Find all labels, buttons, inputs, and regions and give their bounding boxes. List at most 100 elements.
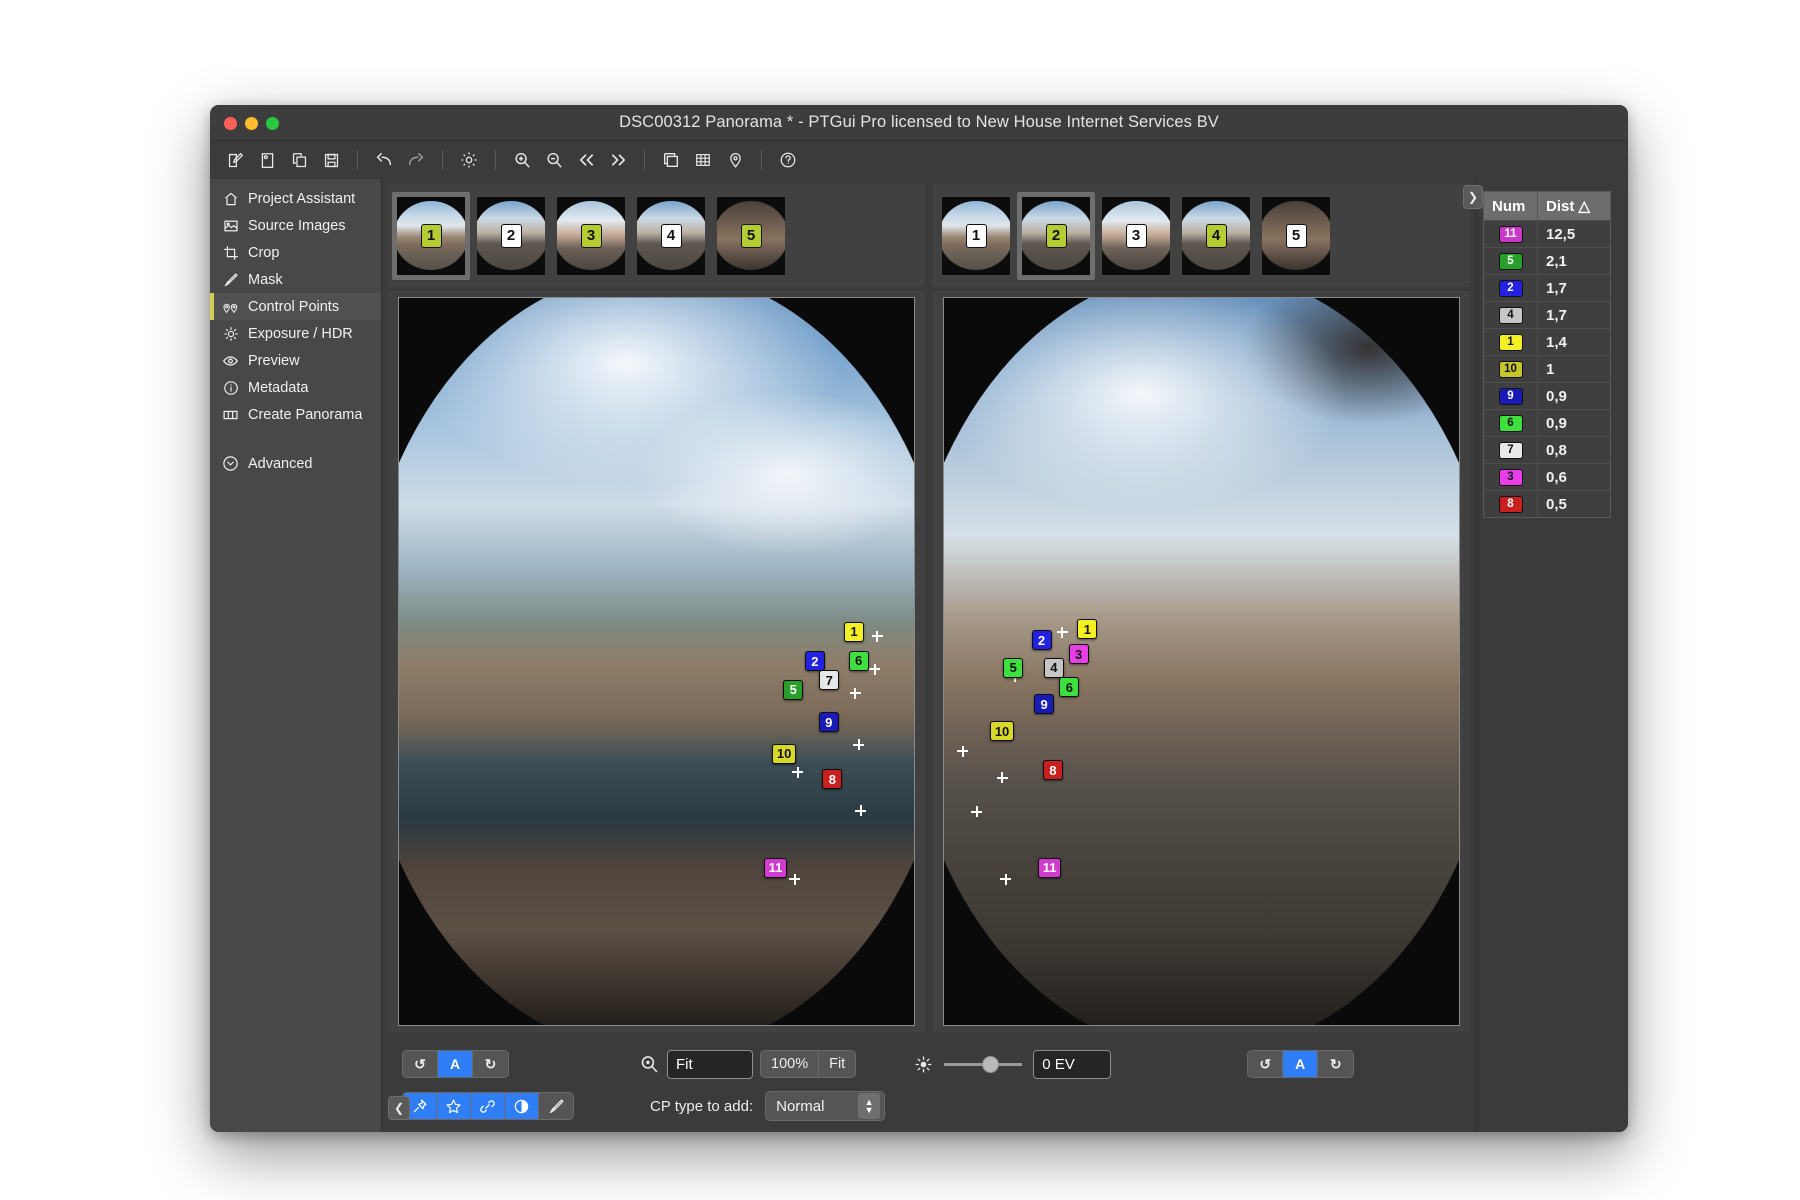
sidebar-item-control-points[interactable]: Control Points [210,293,381,320]
control-point-marker[interactable]: 4 [1043,657,1064,678]
grid-icon[interactable] [688,146,718,174]
sidebar-item-create-panorama[interactable]: Create Panorama [210,401,381,428]
save-icon[interactable] [316,146,346,174]
thumbnail-item[interactable]: 5 [1257,192,1335,280]
close-button[interactable] [224,117,237,130]
new-project-icon[interactable] [220,146,250,174]
sidebar-item-source-images[interactable]: Source Images [210,212,381,239]
table-row[interactable]: 10 1 [1484,355,1610,382]
left-rotate-segmented[interactable]: ↺ A ↻ [402,1050,509,1078]
exposure-slider-knob[interactable] [981,1055,999,1073]
control-point-marker[interactable]: 11 [1037,857,1062,878]
thumbnail-item[interactable]: 1 [392,191,470,280]
thumbnail-item[interactable]: 4 [632,192,710,280]
sidebar-item-mask[interactable]: Mask [210,266,381,293]
table-row[interactable]: 1 1,4 [1484,328,1610,355]
rotate-auto-button[interactable]: A [1283,1051,1319,1077]
sidebar-item-metadata[interactable]: Metadata [210,374,381,401]
thumbnail-item[interactable]: 5 [712,192,790,280]
table-row[interactable]: 5 2,1 [1484,247,1610,274]
control-point-marker[interactable]: 1 [1077,619,1098,640]
table-row[interactable]: 2 1,7 [1484,274,1610,301]
control-point-marker[interactable]: 7 [819,670,840,691]
column-header-dist[interactable]: Dist △ [1538,192,1610,220]
rotate-auto-button[interactable]: A [438,1051,473,1077]
sidebar-item-crop[interactable]: Crop [210,239,381,266]
control-point-marker[interactable]: 1 [843,621,864,642]
control-point-marker[interactable]: 11 [763,857,788,878]
column-header-num[interactable]: Num [1484,192,1538,220]
redo-icon[interactable] [401,146,431,174]
cp-crosshair[interactable] [789,873,801,885]
table-row[interactable]: 3 0,6 [1484,463,1610,490]
table-row[interactable]: 8 0,5 [1484,490,1610,517]
previous-icon[interactable] [571,146,601,174]
table-row[interactable]: 6 0,9 [1484,409,1610,436]
brush-icon[interactable] [539,1093,573,1119]
rotate-cw-button[interactable]: ↻ [473,1051,508,1077]
link-icon[interactable] [471,1093,505,1119]
settings-gear-icon[interactable] [454,146,484,174]
cp-crosshair[interactable] [996,772,1008,783]
star-icon[interactable] [437,1093,471,1119]
zoom-100-button[interactable]: 100% [760,1050,819,1078]
cp-crosshair[interactable] [792,766,804,778]
zoom-out-icon[interactable] [539,146,569,174]
sidebar-item-advanced[interactable]: Advanced [210,450,381,477]
duplicate-icon[interactable] [284,146,314,174]
control-point-marker[interactable]: 6 [1059,677,1080,698]
cp-crosshair[interactable] [869,663,881,675]
zoom-fit-button[interactable]: Fit [818,1050,857,1078]
cp-crosshair[interactable] [855,805,867,817]
left-image-canvas[interactable]: 1 2 6 7 5 9 10 8 11 [398,297,915,1026]
control-points-table[interactable]: Num Dist △ 11 12,5 5 2,1 2 1,7 4 1,7 1 1,4 10 1 9 0,9… [1483,191,1611,518]
left-thumbnail-strip[interactable]: 1 2 3 4 5 [388,184,925,287]
cp-crosshair[interactable] [971,806,983,818]
chevron-updown-icon[interactable]: ▲ ▼ [858,1093,881,1119]
control-point-marker[interactable]: 5 [1003,657,1024,678]
table-row[interactable]: 4 1,7 [1484,301,1610,328]
layers-icon[interactable] [656,146,686,174]
cp-crosshair[interactable] [871,630,883,642]
exposure-slider[interactable] [944,1055,1023,1073]
contrast-icon[interactable] [505,1093,539,1119]
thumbnail-item[interactable]: 2 [472,192,550,280]
thumbnail-item[interactable]: 3 [552,192,630,280]
cp-crosshair[interactable] [1000,873,1012,885]
thumbnail-item[interactable]: 2 [1017,191,1095,280]
right-rotate-segmented[interactable]: ↺ A ↻ [1247,1050,1355,1078]
control-point-marker[interactable]: 2 [804,651,825,672]
thumbnail-item[interactable]: 1 [937,192,1015,280]
help-icon[interactable] [773,146,803,174]
zoom-preset-buttons[interactable]: 100% Fit [760,1050,857,1078]
exposure-input[interactable]: 0 EV [1033,1049,1112,1079]
table-row[interactable]: 11 12,5 [1484,220,1610,247]
zoom-in-icon[interactable] [507,146,537,174]
expand-right-icon[interactable]: ❯ [1463,185,1483,209]
minimize-button[interactable] [245,117,258,130]
control-point-marker[interactable]: 6 [848,650,869,671]
cp-crosshair[interactable] [849,687,861,699]
table-row[interactable]: 7 0,8 [1484,436,1610,463]
sidebar-item-exposure-hdr[interactable]: Exposure / HDR [210,320,381,347]
cp-crosshair[interactable] [853,739,865,751]
control-point-marker[interactable]: 5 [783,679,804,700]
control-point-marker[interactable]: 8 [1042,760,1063,781]
control-point-marker[interactable]: 2 [1031,630,1052,651]
sidebar-item-project-assistant[interactable]: Project Assistant [210,185,381,212]
collapse-left-icon[interactable]: ❮ [388,1096,410,1120]
next-icon[interactable] [603,146,633,174]
cp-crosshair[interactable] [1056,626,1068,638]
sidebar-item-preview[interactable]: Preview [210,347,381,374]
zoom-button[interactable] [266,117,279,130]
rotate-cw-button[interactable]: ↻ [1318,1051,1353,1077]
right-thumbnail-strip[interactable]: 1 2 3 4 5 [933,184,1470,287]
control-point-marker[interactable]: 10 [989,721,1015,742]
zoom-input[interactable]: Fit [667,1049,753,1079]
control-point-marker[interactable]: 9 [1034,694,1055,715]
control-point-marker[interactable]: 8 [822,769,843,790]
undo-icon[interactable] [369,146,399,174]
rotate-ccw-button[interactable]: ↺ [403,1051,438,1077]
table-row[interactable]: 9 0,9 [1484,382,1610,409]
control-point-marker[interactable]: 3 [1068,644,1089,665]
